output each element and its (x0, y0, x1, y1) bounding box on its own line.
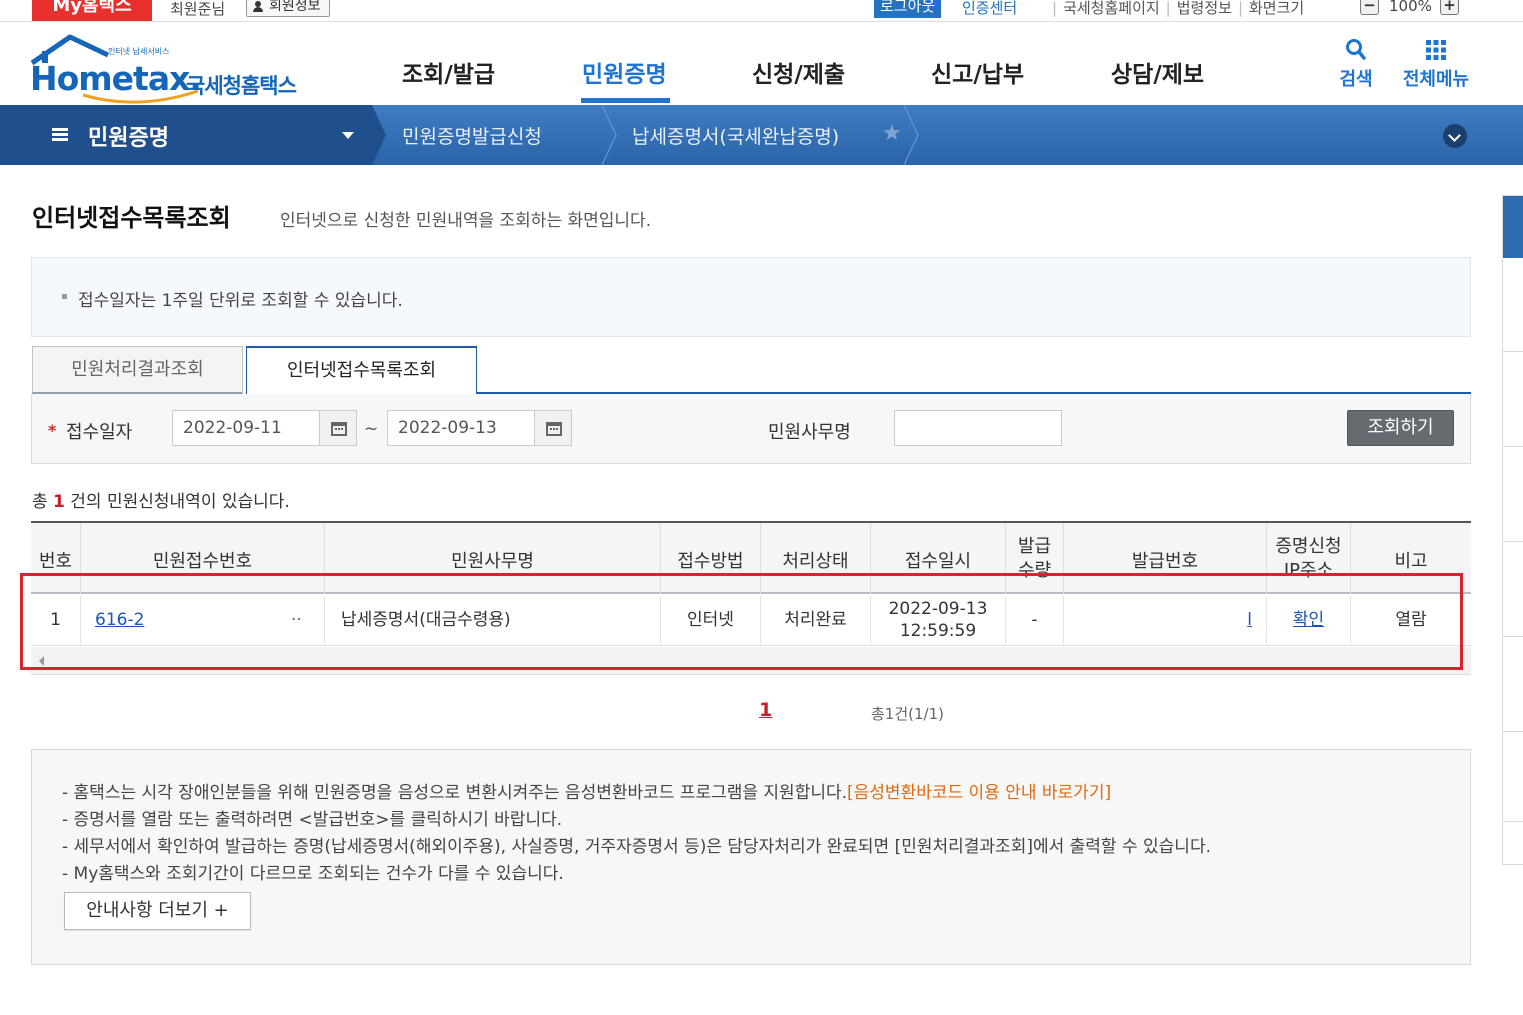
result-suffix: 건의 민원신청내역이 있습니다. (70, 492, 290, 512)
date-from-input[interactable] (172, 410, 320, 446)
nav-consult-report[interactable]: 상담/제보 (1111, 55, 1204, 89)
pager-total: 총1건(1/1) (871, 705, 944, 723)
breadcrumb-level3[interactable]: 납세증명서(국세완납증명) (632, 122, 839, 149)
hamburger-icon (52, 128, 68, 142)
breadcrumb-chevron-icon (903, 105, 919, 165)
bullet-icon (62, 294, 67, 299)
date-label: 접수일자 (66, 422, 133, 443)
office-name-label: 민원사무명 (768, 422, 851, 443)
breadcrumb-section-dropdown[interactable]: 민원증명 (0, 105, 372, 165)
user-name: 최원준님 (170, 0, 226, 18)
chevron-down-circle-icon[interactable] (1443, 124, 1467, 148)
breadcrumb-divider (372, 105, 386, 165)
grid-menu-icon (1426, 40, 1446, 60)
all-menu-button[interactable]: 전체메뉴 (1400, 37, 1472, 91)
utility-bar: My홈택스 최원준님 회원정보 로그아웃 인증센터 | 국세청홈페이지 | 법령정보 |… (0, 0, 1523, 22)
logo-small-text: 인터넷 납세서비스 (108, 47, 170, 56)
guide-line-1: - 홈택스는 시각 장애인분들을 위해 민원증명을 음성으로 변환시켜주는 음성… (62, 783, 1112, 803)
active-nav-indicator (581, 98, 670, 103)
zoom-out-button[interactable]: − (1360, 0, 1379, 15)
calendar-icon (331, 422, 347, 436)
nav-apply-submit[interactable]: 신청/제출 (752, 55, 845, 89)
my-hometax-button[interactable]: My홈택스 (32, 0, 152, 21)
pager-current-page[interactable]: 1 (759, 699, 772, 721)
date-to-input[interactable] (387, 410, 535, 446)
result-prefix: 총 (32, 492, 48, 512)
more-guide-button[interactable]: 안내사항 더보기 + (64, 892, 251, 930)
search-label: 검색 (1339, 69, 1373, 90)
zoom-level: 100% (1389, 0, 1432, 15)
quick-menu[interactable] (1502, 195, 1523, 865)
quick-menu-header[interactable] (1503, 196, 1523, 258)
search-button[interactable]: 검색 (1336, 37, 1376, 91)
breadcrumb-level2[interactable]: 민원증명발급신청 (402, 122, 542, 149)
result-count: 1 (53, 492, 65, 512)
highlight-annotation-box (20, 573, 1463, 670)
law-info-link[interactable]: 법령정보 (1173, 0, 1236, 17)
logout-button[interactable]: 로그아웃 (874, 0, 942, 18)
nav-inquiry-issue[interactable]: 조회/발급 (402, 55, 495, 89)
page-description: 인터넷으로 신청한 민원내역을 조회하는 화면입니다. (280, 211, 652, 231)
date-range-separator: ~ (364, 419, 379, 439)
breadcrumb-chevron-icon (601, 105, 617, 165)
cert-center-link[interactable]: 인증센터 (962, 0, 1017, 18)
member-info-button[interactable]: 회원정보 (246, 0, 330, 17)
favorite-star-icon[interactable]: ★ (882, 121, 902, 146)
nav-civil-certificate[interactable]: 민원증명 (582, 55, 667, 89)
tab-result-inquiry[interactable]: 민원처리결과조회 (32, 346, 243, 394)
nav-report-pay[interactable]: 신고/납부 (931, 55, 1024, 89)
guide-line-2: - 증명서를 열람 또는 출력하려면 <발급번호>를 클릭하시기 바랍니다. (62, 810, 563, 830)
office-name-input[interactable] (894, 410, 1062, 446)
barcode-guide-link[interactable]: [음성변환바코드 이용 안내 바로가기] (847, 783, 1111, 803)
breadcrumb: 민원증명 민원증명발급신청 납세증명서(국세완납증명) ★ (0, 105, 1523, 165)
breadcrumb-section-label: 민원증명 (88, 126, 169, 151)
tab-internet-receipt-list[interactable]: 인터넷접수목록조회 (246, 346, 477, 395)
person-icon (253, 1, 263, 12)
required-mark: * (48, 421, 57, 440)
caret-down-icon (342, 132, 354, 139)
logo-main-text: Hometax. (30, 59, 202, 98)
date-to-calendar-button[interactable] (534, 410, 572, 446)
guide-box: - 홈택스는 시각 장애인분들을 위해 민원증명을 음성으로 변환시켜주는 음성… (31, 749, 1471, 965)
guide-line-4: - My홈택스와 조회기간이 다르므로 조회되는 건수가 다를 수 있습니다. (62, 864, 564, 884)
notice-box: 접수일자는 1주일 단위로 조회할 수 있습니다. (31, 257, 1471, 337)
result-summary: 총 1 건의 민원신청내역이 있습니다. (32, 487, 290, 512)
hometax-logo[interactable]: 인터넷 납세서비스 Hometax. 국세청홈택스 (30, 33, 310, 104)
zoom-in-button[interactable]: + (1440, 0, 1459, 15)
inquiry-button[interactable]: 조회하기 (1347, 410, 1454, 446)
logo-sub-text: 국세청홈택스 (186, 74, 297, 98)
nts-homepage-link[interactable]: 국세청홈페이지 (1059, 0, 1164, 17)
screen-size-label: 화면크기 (1249, 0, 1305, 17)
calendar-icon (546, 422, 562, 436)
main-header: 인터넷 납세서비스 Hometax. 국세청홈택스 조회/발급 민원증명 신청/… (0, 23, 1523, 105)
utility-links: | 국세청홈페이지 | 법령정보 | 화면크기 (1050, 0, 1308, 18)
notice-text: 접수일자는 1주일 단위로 조회할 수 있습니다. (78, 291, 403, 311)
date-from-calendar-button[interactable] (319, 410, 357, 446)
member-info-label: 회원정보 (269, 0, 321, 14)
all-menu-label: 전체메뉴 (1402, 69, 1470, 90)
page-title: 인터넷접수목록조회 (32, 204, 231, 232)
guide-line-3: - 세무서에서 확인하여 발급하는 증명(납세증명서(해외이주용), 사실증명,… (62, 837, 1211, 857)
search-icon (1346, 39, 1366, 60)
